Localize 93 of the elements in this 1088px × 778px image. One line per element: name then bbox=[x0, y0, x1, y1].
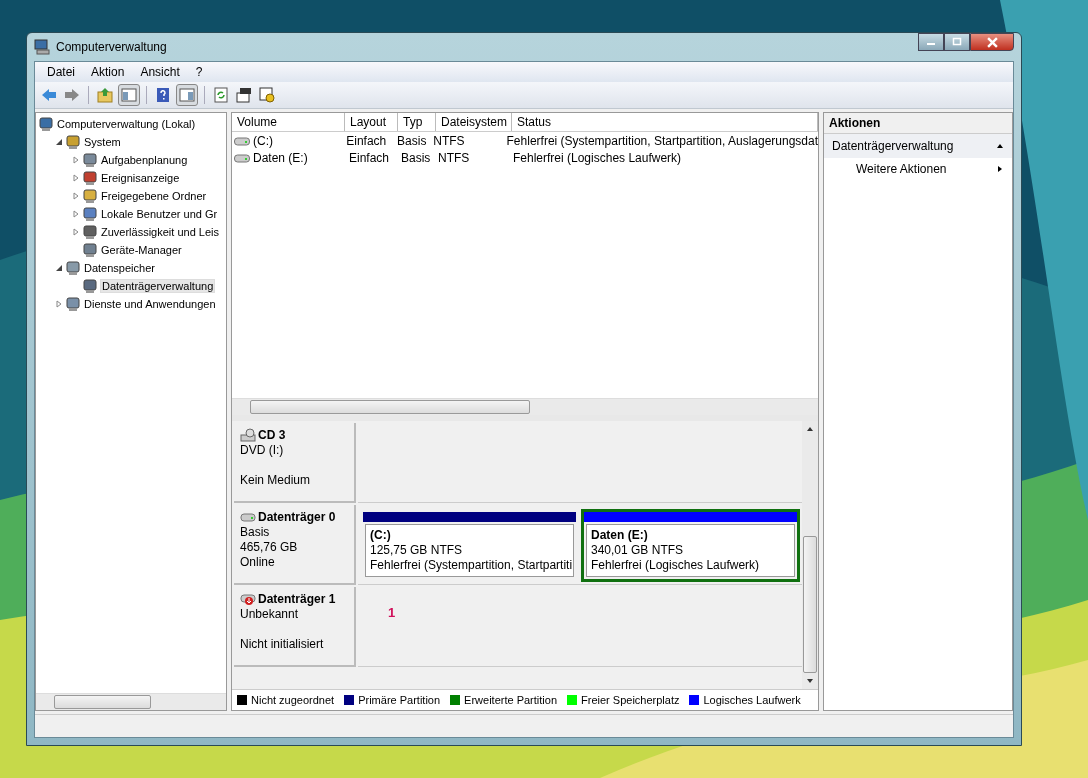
tree-item[interactable]: Datenträgerverwaltung bbox=[100, 279, 216, 293]
node-icon bbox=[82, 206, 98, 222]
actions-section[interactable]: Datenträgerverwaltung bbox=[824, 134, 1012, 158]
legend-label: Primäre Partition bbox=[358, 694, 441, 706]
partition-name: (C:) bbox=[370, 528, 392, 543]
scrollbar[interactable] bbox=[36, 693, 226, 710]
legend-label: Freier Speicherplatz bbox=[581, 694, 680, 706]
node-icon bbox=[38, 116, 54, 132]
table-cell: Fehlerfrei (Logisches Laufwerk) bbox=[513, 150, 682, 165]
disk-info: Basis bbox=[240, 525, 270, 539]
drive-icon bbox=[234, 152, 250, 163]
section-title: Datenträgerverwaltung bbox=[832, 139, 954, 153]
maximize-icon bbox=[952, 37, 962, 47]
node-icon bbox=[82, 188, 98, 204]
menu-item[interactable]: Aktion bbox=[83, 65, 133, 79]
tree-item[interactable]: Ereignisanzeige bbox=[100, 172, 181, 184]
disk-status: Nicht initialisiert bbox=[240, 637, 324, 651]
tree-item[interactable]: Geräte-Manager bbox=[100, 244, 183, 256]
tree-item[interactable]: Aufgabenplanung bbox=[100, 154, 189, 166]
disc-drive-icon bbox=[240, 428, 256, 442]
disk-info: Unbekannt bbox=[240, 607, 299, 621]
table-cell: Basis bbox=[397, 133, 427, 148]
actions-header: Aktionen bbox=[824, 113, 1012, 134]
settings-icon[interactable] bbox=[257, 85, 277, 105]
menu-item[interactable]: Datei bbox=[39, 65, 83, 79]
disk-warning-icon bbox=[240, 592, 256, 606]
table-cell: Einfach bbox=[346, 133, 387, 148]
column-header[interactable]: Dateisystem bbox=[436, 113, 512, 131]
table-cell: (C:) bbox=[253, 133, 273, 148]
close-button[interactable] bbox=[970, 33, 1014, 51]
table-cell: Daten (E:) bbox=[253, 150, 308, 165]
expander-icon[interactable] bbox=[55, 138, 63, 146]
scroll-down-icon[interactable] bbox=[806, 677, 814, 685]
partition-name: Daten (E:) bbox=[591, 528, 649, 543]
scrollbar[interactable] bbox=[232, 398, 818, 415]
node-icon bbox=[82, 152, 98, 168]
computer-icon bbox=[34, 39, 50, 55]
node-icon bbox=[82, 170, 98, 186]
window-title: Computerverwaltung bbox=[56, 40, 167, 54]
collapse-icon[interactable] bbox=[996, 142, 1004, 150]
tree-item[interactable]: Lokale Benutzer und Gr bbox=[100, 208, 219, 220]
tree-item[interactable]: Datenspeicher bbox=[83, 262, 156, 274]
tree-item[interactable]: System bbox=[83, 136, 122, 148]
table-cell: NTFS bbox=[433, 133, 465, 148]
menu-item[interactable]: ? bbox=[187, 65, 211, 79]
node-icon bbox=[65, 134, 81, 150]
node-icon bbox=[65, 260, 81, 276]
close-icon bbox=[986, 36, 998, 48]
disk-info: 465,76 GB bbox=[240, 540, 298, 554]
node-icon bbox=[82, 224, 98, 240]
folder-up-icon[interactable] bbox=[95, 85, 115, 105]
legend-label: Erweiterte Partition bbox=[464, 694, 558, 706]
drive-icon bbox=[234, 135, 250, 146]
node-icon bbox=[82, 242, 98, 258]
table-cell: Einfach bbox=[349, 150, 390, 165]
action-pane-icon[interactable] bbox=[176, 84, 198, 106]
legend-label: Logisches Laufwerk bbox=[703, 694, 801, 706]
console-tree-icon[interactable] bbox=[118, 84, 140, 106]
column-header[interactable]: Layout bbox=[345, 113, 398, 131]
tree-item[interactable]: Dienste und Anwendungen bbox=[83, 298, 217, 310]
node-icon bbox=[65, 296, 81, 312]
table-cell: Fehlerfrei (Systempartition, Startpartition, Auslagerungsdat bbox=[506, 133, 818, 148]
partition-size: 340,01 GB NTFS bbox=[591, 543, 685, 558]
legend-label: Nicht zugeordnet bbox=[251, 694, 335, 706]
menu-item[interactable]: Ansicht bbox=[132, 65, 188, 79]
table-cell: Basis bbox=[401, 150, 431, 165]
partition-block[interactable]: Daten (E:) 340,01 GB NTFS Fehlerfrei (Logisches Laufwerk) bbox=[581, 509, 800, 582]
disk-status: Kein Medium bbox=[240, 473, 311, 487]
partition-size: 125,75 GB NTFS bbox=[370, 543, 464, 558]
node-icon bbox=[82, 278, 98, 294]
disk-name: Datenträger 1 bbox=[258, 592, 336, 606]
disk-name: Datenträger 0 bbox=[258, 510, 336, 524]
table-cell: NTFS bbox=[438, 150, 470, 165]
tree-item[interactable]: Freigegebene Ordner bbox=[100, 190, 208, 202]
column-header[interactable]: Status bbox=[512, 113, 818, 131]
refresh-icon[interactable] bbox=[211, 85, 231, 105]
partition-status: Fehlerfrei (Logisches Laufwerk) bbox=[591, 558, 761, 573]
action-link[interactable]: Weitere Aktionen bbox=[856, 162, 947, 176]
disk-name: CD 3 bbox=[258, 428, 286, 442]
annotation: 1 bbox=[388, 605, 396, 620]
minimize-button[interactable] bbox=[918, 33, 944, 51]
column-header[interactable]: Volume bbox=[232, 113, 345, 131]
tree-item[interactable]: Computerverwaltung (Lokal) bbox=[56, 118, 197, 130]
expander-icon[interactable] bbox=[55, 264, 63, 272]
scroll-up-icon[interactable] bbox=[806, 425, 814, 433]
disk-status: Online bbox=[240, 555, 275, 569]
submenu-arrow-icon bbox=[996, 165, 1004, 173]
column-header[interactable]: Typ bbox=[398, 113, 436, 131]
tree-item[interactable]: Zuverlässigkeit und Leis bbox=[100, 226, 220, 238]
disk-info: DVD (I:) bbox=[240, 443, 284, 457]
scrollbar[interactable] bbox=[802, 421, 818, 689]
maximize-button[interactable] bbox=[944, 33, 970, 51]
properties-icon[interactable] bbox=[234, 85, 254, 105]
